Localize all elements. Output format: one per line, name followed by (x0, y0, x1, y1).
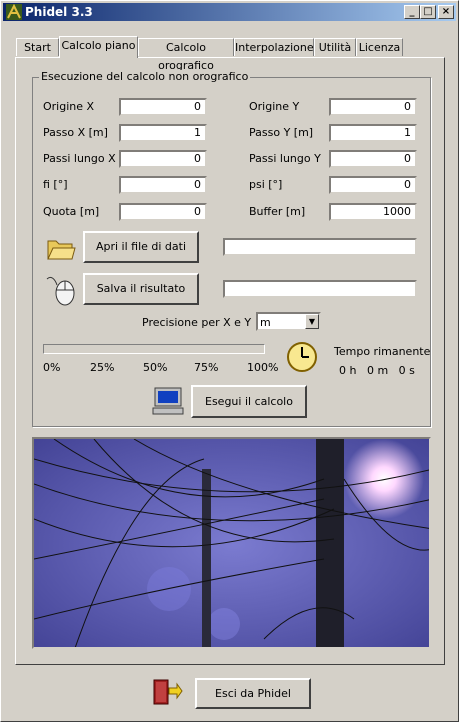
passi-lungo-x-field[interactable]: 0 (119, 150, 207, 168)
origine-x-field[interactable]: 0 (119, 98, 207, 116)
psi-label: psi [°] (249, 178, 283, 191)
minimize-button[interactable]: _ (404, 5, 420, 19)
passo-y-label: Passo Y [m] (249, 126, 314, 139)
origine-x-label: Origine X (43, 100, 95, 113)
power-lines-image (32, 437, 431, 649)
clock-icon (287, 342, 317, 372)
quota-field[interactable]: 0 (119, 203, 207, 221)
passi-lungo-y-field[interactable]: 0 (329, 150, 417, 168)
app-window: Phidel 3.3 _ □ × Start Calcolo piano Cal… (0, 0, 459, 722)
power-lines-illustration (34, 439, 429, 647)
buffer-label: Buffer [m] (249, 205, 306, 218)
passo-x-label: Passo X [m] (43, 126, 108, 139)
precision-label: Precisione per X e Y (142, 316, 252, 329)
open-file-button[interactable]: Apri il file di dati (83, 231, 199, 263)
app-logo-icon (6, 4, 22, 20)
exit-button[interactable]: Esci da Phidel (195, 678, 311, 709)
window-title: Phidel 3.3 (25, 5, 93, 19)
progress-tick-0: 0% (43, 361, 61, 374)
close-button[interactable]: × (438, 5, 454, 19)
progress-tick-25: 25% (90, 361, 115, 374)
tab-start[interactable]: Start (16, 38, 59, 56)
tab-calcolo-orografico[interactable]: Calcolo orografico (138, 38, 234, 72)
maximize-button[interactable]: □ (420, 5, 436, 19)
tab-interpolazione[interactable]: Interpolazione (234, 38, 314, 56)
remaining-time-label: Tempo rimanente (334, 345, 431, 358)
fi-field[interactable]: 0 (119, 176, 207, 194)
folder-icon (47, 240, 76, 260)
passo-x-field[interactable]: 1 (119, 124, 207, 142)
remaining-time-value: 0 h 0 m 0 s (339, 364, 415, 377)
progress-bar (43, 344, 265, 354)
mouse-icon (46, 276, 75, 306)
psi-field[interactable]: 0 (329, 176, 417, 194)
open-file-path-field[interactable] (223, 238, 417, 256)
groupbox-title: Esecuzione del calcolo non orografico (39, 70, 251, 83)
fi-label: fi [°] (43, 178, 68, 191)
exit-door-icon (153, 679, 183, 705)
tab-calcolo-piano[interactable]: Calcolo piano (59, 36, 138, 58)
chevron-down-icon[interactable]: ▼ (305, 314, 319, 329)
passi-lungo-x-label: Passi lungo X (43, 152, 116, 165)
buffer-field[interactable]: 1000 (329, 203, 417, 221)
passo-y-field[interactable]: 1 (329, 124, 417, 142)
save-path-field[interactable] (223, 280, 417, 298)
tab-utilita[interactable]: Utilità (314, 38, 356, 56)
precision-value: m (260, 316, 271, 329)
progress-tick-50: 50% (143, 361, 168, 374)
progress-tick-100: 100% (247, 361, 279, 374)
title-bar[interactable]: Phidel 3.3 _ □ × (3, 3, 456, 21)
computer-icon (152, 387, 184, 415)
precision-select[interactable]: m ▼ (256, 312, 321, 331)
origine-y-label: Origine Y (249, 100, 300, 113)
run-calculation-button[interactable]: Esegui il calcolo (191, 385, 307, 418)
progress-tick-75: 75% (194, 361, 219, 374)
quota-label: Quota [m] (43, 205, 100, 218)
save-result-button[interactable]: Salva il risultato (83, 273, 199, 305)
tab-licenza[interactable]: Licenza (356, 38, 403, 56)
origine-y-field[interactable]: 0 (329, 98, 417, 116)
passi-lungo-y-label: Passi lungo Y (249, 152, 321, 165)
